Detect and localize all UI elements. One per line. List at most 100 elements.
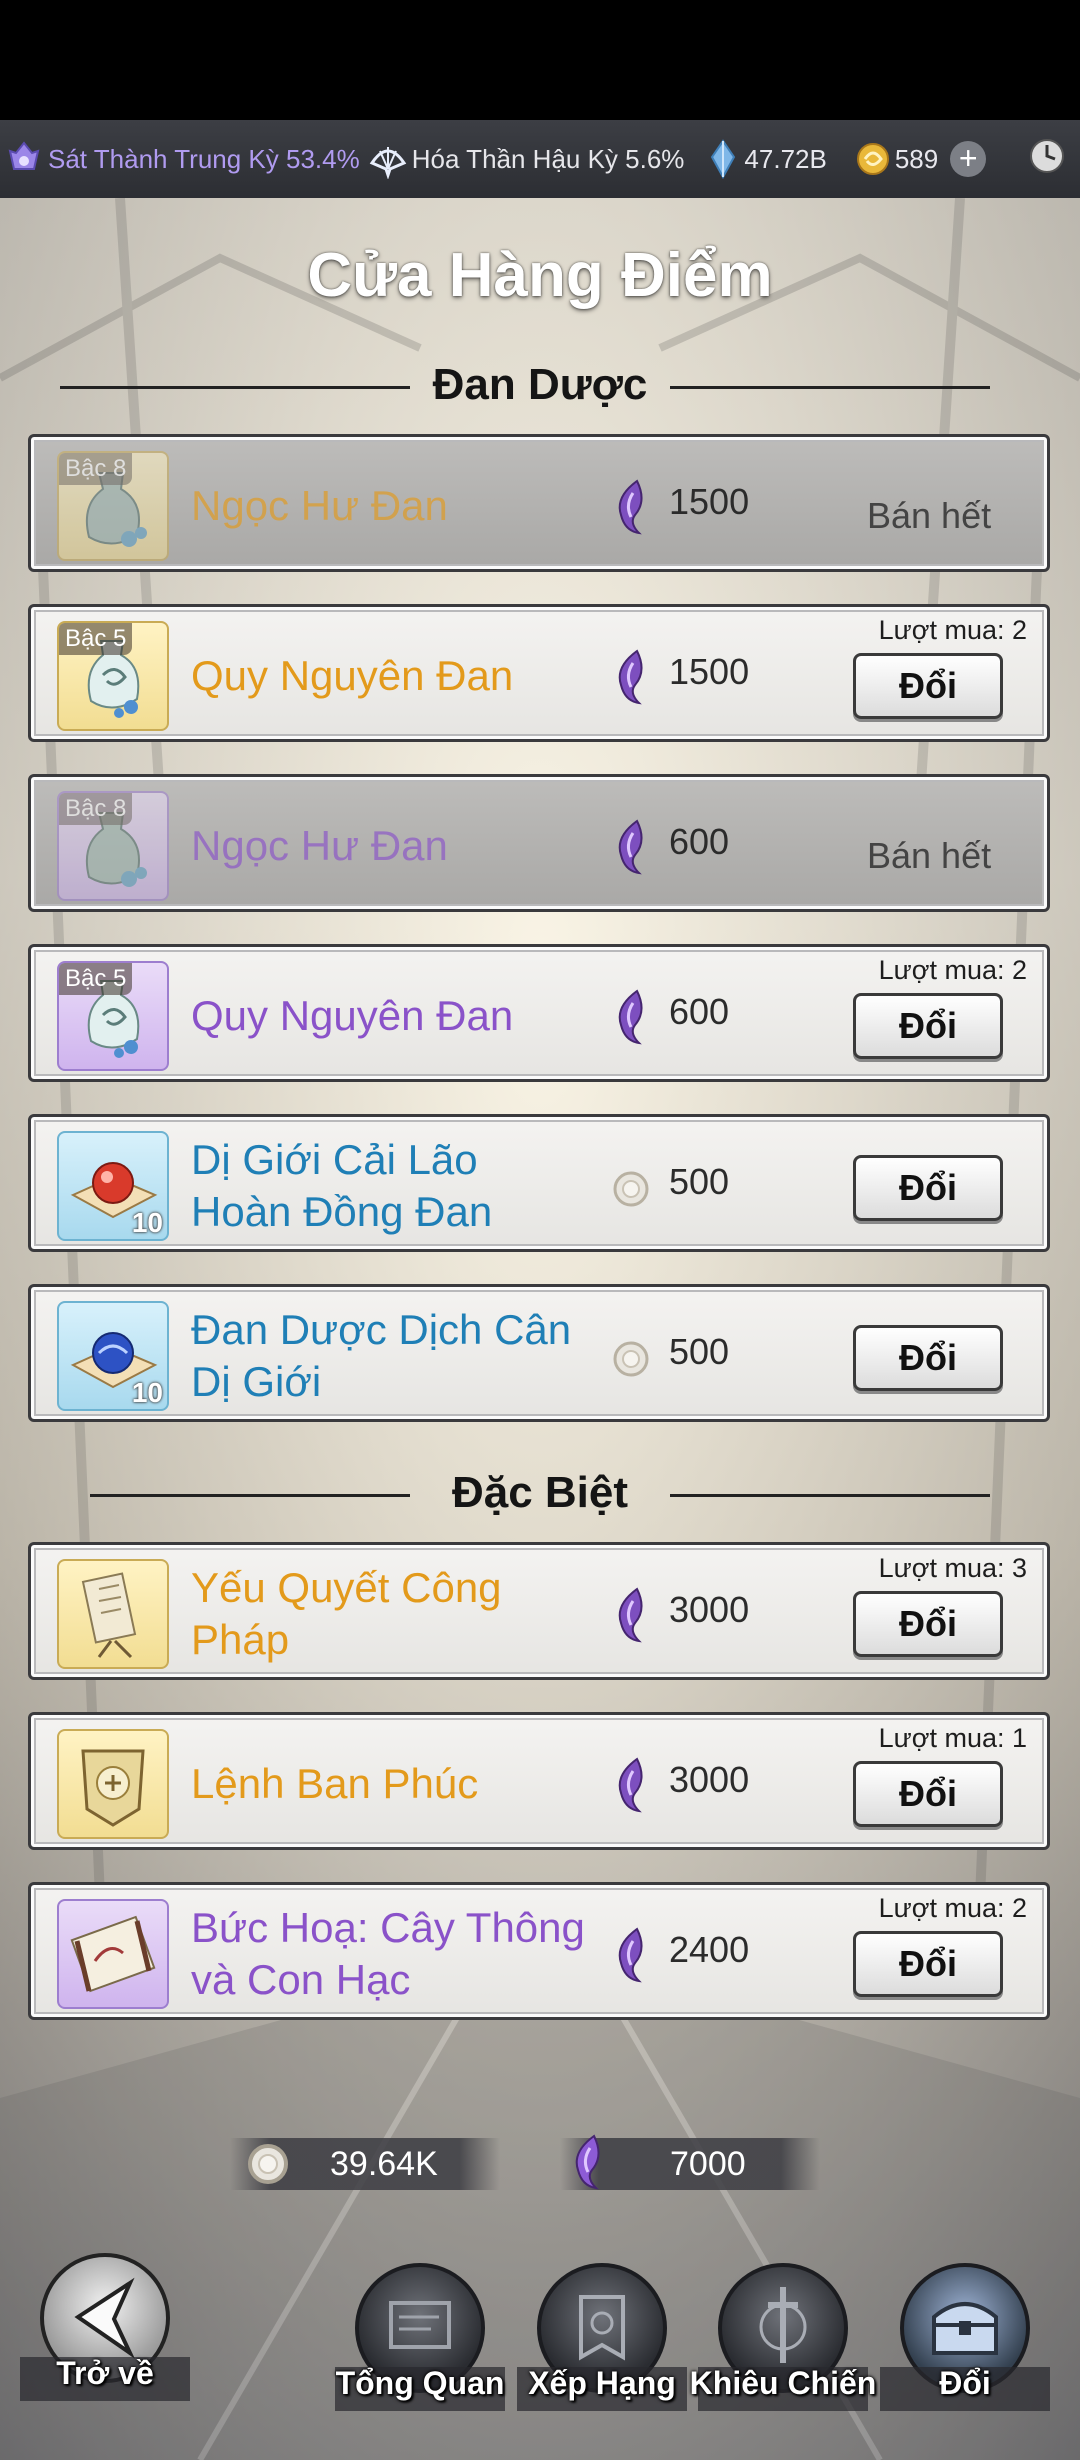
section-title-pills: Đan Dược	[432, 360, 648, 409]
item-name: Ngọc Hư Đan	[191, 822, 448, 869]
sold-out-label: Bán hết	[867, 835, 992, 876]
purple-flame-icon	[618, 1587, 643, 1643]
purple-flame-icon	[618, 1927, 643, 1983]
item-name: Quy Nguyên Đan	[191, 652, 514, 699]
purchase-limit: Lượt mua: 3	[878, 1553, 1027, 1583]
overview-button[interactable]: Tổng Quan	[335, 2263, 505, 2433]
purple-flame-icon	[618, 819, 643, 875]
item-name-line1: Yếu Quyết Công	[191, 1564, 502, 1611]
exchange-button[interactable]: Đổi	[853, 1761, 1003, 1827]
item-name-line1: Đan Dược Dịch Cân	[191, 1306, 572, 1353]
item-price: 1500	[669, 481, 750, 522]
page-title: Cửa Hàng Điểm	[307, 241, 773, 310]
cultivation-text: Sát Thành Trung Kỳ 53.4%	[48, 143, 360, 174]
section-title-special: Đặc Biệt	[451, 1468, 629, 1517]
item-quantity: 10	[131, 1207, 163, 1238]
item-price: 500	[669, 1331, 730, 1372]
item-name-line2: Hoàn Đồng Đan	[191, 1188, 493, 1235]
shop-item-row: Bậc 8 Ngọc Hư Đan 1500 Bán hết	[28, 434, 1050, 572]
clock-icon[interactable]	[1028, 137, 1066, 182]
ranking-label: Xếp Hạng	[528, 2365, 676, 2401]
exchange-button[interactable]: Đổi	[853, 653, 1003, 719]
exchange-button[interactable]: Đổi	[853, 1325, 1003, 1391]
item-name-line2: và Con Hạc	[191, 1956, 411, 2003]
item-icon-blessing-token	[57, 1729, 169, 1839]
coin-amount: 589	[894, 143, 939, 174]
purple-flame-icon	[618, 1757, 643, 1813]
shop-item-row: 10 Đan Dược Dịch Cân Dị Giới 500 Đổi	[28, 1284, 1050, 1422]
flame-points-amount: 7000	[670, 2145, 746, 2183]
challenge-button[interactable]: Khiêu Chiến	[690, 2263, 876, 2433]
fan-icon	[369, 147, 406, 179]
cultivation-stat[interactable]: Sát Thành Trung Kỳ 53.4%	[4, 139, 360, 179]
item-icon-swirl-bottle: Bậc 5	[57, 961, 169, 1071]
item-name-line2: Dị Giới	[191, 1358, 322, 1405]
item-quantity: 10	[131, 1377, 163, 1408]
soul-stat[interactable]: Hóa Thần Hậu Kỳ 5.6%	[368, 139, 685, 179]
item-icon-jade-bottle: Bậc 8	[57, 791, 169, 901]
item-name-line1: Dị Giới Cải Lão	[191, 1136, 478, 1183]
item-icon-painting-scroll	[57, 1899, 169, 2009]
purple-flame-icon	[575, 2134, 600, 2190]
shop-item-row: 10 Dị Giới Cải Lão Hoàn Đồng Đan 500 Đổi	[28, 1114, 1050, 1252]
purchase-limit: Lượt mua: 1	[878, 1723, 1027, 1753]
section-header-pills: Đan Dược	[0, 356, 1080, 416]
section-header-special: Đặc Biệt	[0, 1464, 1080, 1524]
silver-points-amount: 39.64K	[330, 2145, 438, 2183]
purchase-limit: Lượt mua: 2	[878, 615, 1027, 645]
item-icon-red-pill: 10	[57, 1131, 169, 1241]
crystal-icon	[711, 139, 736, 179]
purchase-limit: Lượt mua: 2	[878, 1893, 1027, 1923]
silver-ring-icon	[613, 1171, 649, 1207]
item-tier-badge: Bậc 8	[59, 453, 133, 485]
item-name-line2: Pháp	[191, 1616, 290, 1663]
shop-item-row: Bậc 8 Ngọc Hư Đan 600 Bán hết	[28, 774, 1050, 912]
challenge-label: Khiêu Chiến	[689, 2365, 877, 2401]
bottom-nav: Trở về Tổng Quan Xếp Hạng Khiêu Chiến Đổ…	[0, 2253, 1080, 2453]
exchange-tab-button[interactable]: Đổi	[880, 2263, 1050, 2433]
sold-out-label: Bán hết	[867, 495, 992, 536]
status-bar: Sát Thành Trung Kỳ 53.4% Hóa Thần Hậu Kỳ…	[0, 120, 1080, 198]
gem-amount: 47.72B	[744, 143, 827, 174]
purple-flame-icon	[618, 989, 643, 1045]
flame-points-balance: 7000	[560, 2134, 820, 2190]
purple-flame-icon	[618, 649, 643, 705]
item-name: Dị Giới Cải Lão Hoàn Đồng Đan	[191, 1117, 631, 1255]
item-price: 1500	[669, 651, 750, 692]
shop-item-row: Yếu Quyết Công Pháp 3000 Lượt mua: 3 Đổi	[28, 1542, 1050, 1680]
back-button[interactable]: Trở về	[20, 2253, 190, 2423]
item-name: Yếu Quyết Công Pháp	[191, 1545, 631, 1683]
item-price: 600	[669, 991, 730, 1032]
exchange-button[interactable]: Đổi	[853, 1931, 1003, 1997]
item-price: 3000	[669, 1589, 750, 1630]
back-label: Trở về	[56, 2355, 154, 2391]
shop-item-row: Lệnh Ban Phúc 3000 Lượt mua: 1 Đổi	[28, 1712, 1050, 1850]
plus-icon[interactable]: +	[950, 141, 987, 177]
item-icon-blue-pill: 10	[57, 1301, 169, 1411]
item-name: Bức Hoạ: Cây Thông và Con Hạc	[191, 1885, 631, 2023]
item-tier-badge: Bậc 5	[59, 623, 133, 655]
coin-balance: 589	[855, 141, 938, 177]
item-icon-jade-bottle: Bậc 8	[57, 451, 169, 561]
shop-stage: Cửa Hàng Điểm Đan Dược Bậc 8 Ngọc Hư Đan…	[0, 198, 1080, 2460]
exchange-button[interactable]: Đổi	[853, 1591, 1003, 1657]
silver-ring-icon	[248, 2144, 288, 2184]
gem-balance: 47.72B	[706, 139, 827, 179]
gold-swirl-icon	[856, 143, 889, 175]
item-icon-swirl-bottle: Bậc 5	[57, 621, 169, 731]
exchange-button[interactable]: Đổi	[853, 1155, 1003, 1221]
item-name: Đan Dược Dịch Cân Dị Giới	[191, 1287, 631, 1425]
purchase-limit: Lượt mua: 2	[878, 955, 1027, 985]
cultivator-icon	[8, 141, 40, 170]
item-name-line1: Bức Hoạ: Cây Thông	[191, 1904, 585, 1951]
exchange-button[interactable]: Đổi	[853, 993, 1003, 1059]
item-price: 600	[669, 821, 730, 862]
shop-item-row: Bậc 5 Quy Nguyên Đan 1500 Lượt mua: 2 Đổ…	[28, 604, 1050, 742]
shop-item-row: Bức Hoạ: Cây Thông và Con Hạc 2400 Lượt m…	[28, 1882, 1050, 2020]
soul-text: Hóa Thần Hậu Kỳ 5.6%	[411, 143, 685, 174]
silver-ring-icon	[613, 1341, 649, 1377]
overview-label: Tổng Quan	[335, 2365, 505, 2401]
item-icon-scroll-stand	[57, 1559, 169, 1669]
item-name: Ngọc Hư Đan	[191, 482, 448, 529]
ranking-button[interactable]: Xếp Hạng	[517, 2263, 687, 2433]
